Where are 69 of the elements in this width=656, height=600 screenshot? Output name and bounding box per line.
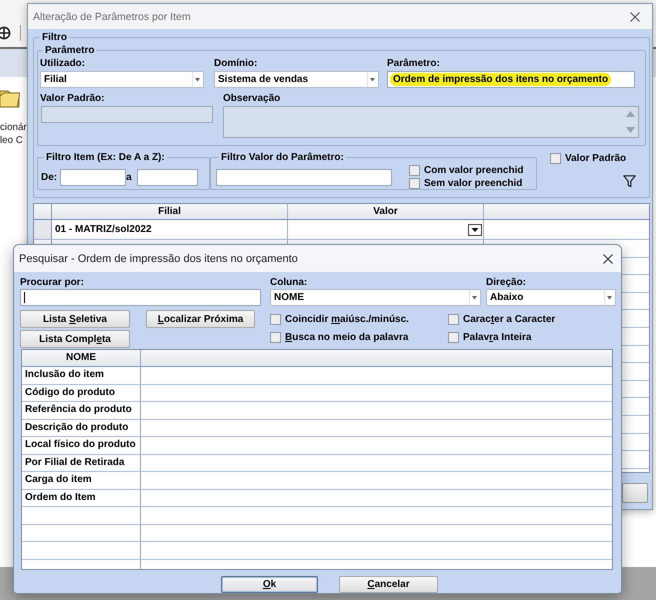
input-field[interactable]	[216, 169, 392, 186]
caret-icon[interactable]	[604, 290, 614, 305]
text-cursor-icon	[24, 292, 25, 303]
plus-circle-icon[interactable]	[0, 26, 12, 40]
group-title: Filtro	[41, 31, 68, 44]
dialog-button[interactable]	[622, 483, 648, 503]
panel-label: leo C	[0, 134, 23, 147]
column-header[interactable]: Filial	[52, 204, 288, 219]
column-header[interactable]: Valor	[288, 204, 484, 219]
window-title: Pesquisar - Ordem de impressão dos itens no orçamento	[19, 252, 298, 264]
dropdown[interactable]: Abaixo	[486, 289, 616, 306]
group-title: Filtro Item (Ex: De A a Z):	[45, 151, 166, 164]
close-icon[interactable]	[603, 254, 613, 264]
action-button[interactable]: Lista Completa	[20, 330, 130, 348]
action-button[interactable]: Localizar Próxima	[146, 310, 255, 328]
search-field[interactable]	[20, 289, 261, 306]
window-title: Alteração de Parâmetros por Item	[33, 10, 191, 22]
column-header[interactable]: NOME	[22, 350, 141, 366]
field-label: a	[126, 172, 132, 184]
caret-icon[interactable]	[469, 290, 479, 305]
filter-icon[interactable]	[623, 175, 636, 188]
table-cell[interactable]: Referência do produto	[22, 402, 141, 418]
table-cell[interactable]: Código do produto	[22, 384, 141, 401]
dropdown[interactable]: Filial	[40, 71, 204, 88]
caret-icon[interactable]	[192, 72, 202, 87]
group-title: Parâmetro	[44, 44, 96, 57]
close-icon[interactable]	[630, 12, 640, 22]
input-field[interactable]	[136, 169, 198, 186]
field-label: Valor Padrão:	[40, 93, 106, 105]
table-cell[interactable]: Local físico do produto	[22, 437, 141, 454]
checkbox[interactable]	[270, 332, 281, 342]
row-indicator[interactable]	[34, 220, 52, 239]
checkbox-label[interactable]: Palavra Inteira	[463, 332, 532, 342]
text-field[interactable]: Ordem de impressão dos itens no orçamento	[387, 71, 635, 88]
checkbox[interactable]	[550, 153, 561, 164]
checkbox[interactable]	[270, 314, 281, 324]
panel-label: cionár	[0, 121, 27, 134]
field-label: Procurar por:	[20, 277, 85, 289]
checkbox[interactable]	[448, 314, 459, 324]
table-cell[interactable]: Por Filial de Retirada	[22, 454, 141, 471]
checkbox[interactable]	[409, 165, 420, 176]
field-label: Coluna:	[270, 277, 308, 289]
checkbox-label[interactable]: Caracter a Caracter	[463, 314, 556, 324]
field-label: Utilizado:	[40, 58, 86, 70]
checkbox-label[interactable]: Coincidir maiúsc./minúsc.	[285, 314, 409, 324]
field-label: Observação	[223, 93, 282, 105]
group-title: Filtro Valor do Parâmetro:	[220, 151, 345, 164]
field-label: Domínio:	[214, 58, 258, 70]
checkbox[interactable]	[409, 178, 420, 189]
dropdown[interactable]: Sistema de vendas	[214, 71, 379, 88]
field-label: Direção:	[486, 277, 528, 289]
checkbox-label[interactable]: Com valor preenchid	[424, 165, 524, 176]
dialog-button[interactable]: Cancelar	[339, 576, 438, 593]
action-button[interactable]: Lista Seletiva	[20, 310, 130, 328]
input-field[interactable]	[60, 169, 126, 186]
caret-icon[interactable]	[367, 72, 377, 87]
checkbox[interactable]	[448, 332, 459, 342]
field-label: De:	[41, 172, 58, 184]
checkbox-label[interactable]: Busca no meio da palavra	[285, 332, 408, 342]
table-cell[interactable]: Ordem do Item	[22, 490, 141, 506]
dialog-button[interactable]: Ok	[221, 576, 318, 593]
checkbox-label[interactable]: Valor Padrão	[565, 153, 626, 164]
dropdown[interactable]: NOME	[270, 289, 481, 306]
checkbox-label[interactable]: Sem valor preenchid	[424, 178, 522, 189]
table-cell: 01 - MATRIZ/sol2022	[52, 220, 288, 239]
field-label: Parâmetro:	[387, 58, 441, 70]
table-cell[interactable]: Descrição do produto	[22, 420, 141, 436]
table-cell[interactable]: Inclusão do item	[22, 367, 141, 384]
table-cell[interactable]: Carga do item	[22, 472, 141, 488]
